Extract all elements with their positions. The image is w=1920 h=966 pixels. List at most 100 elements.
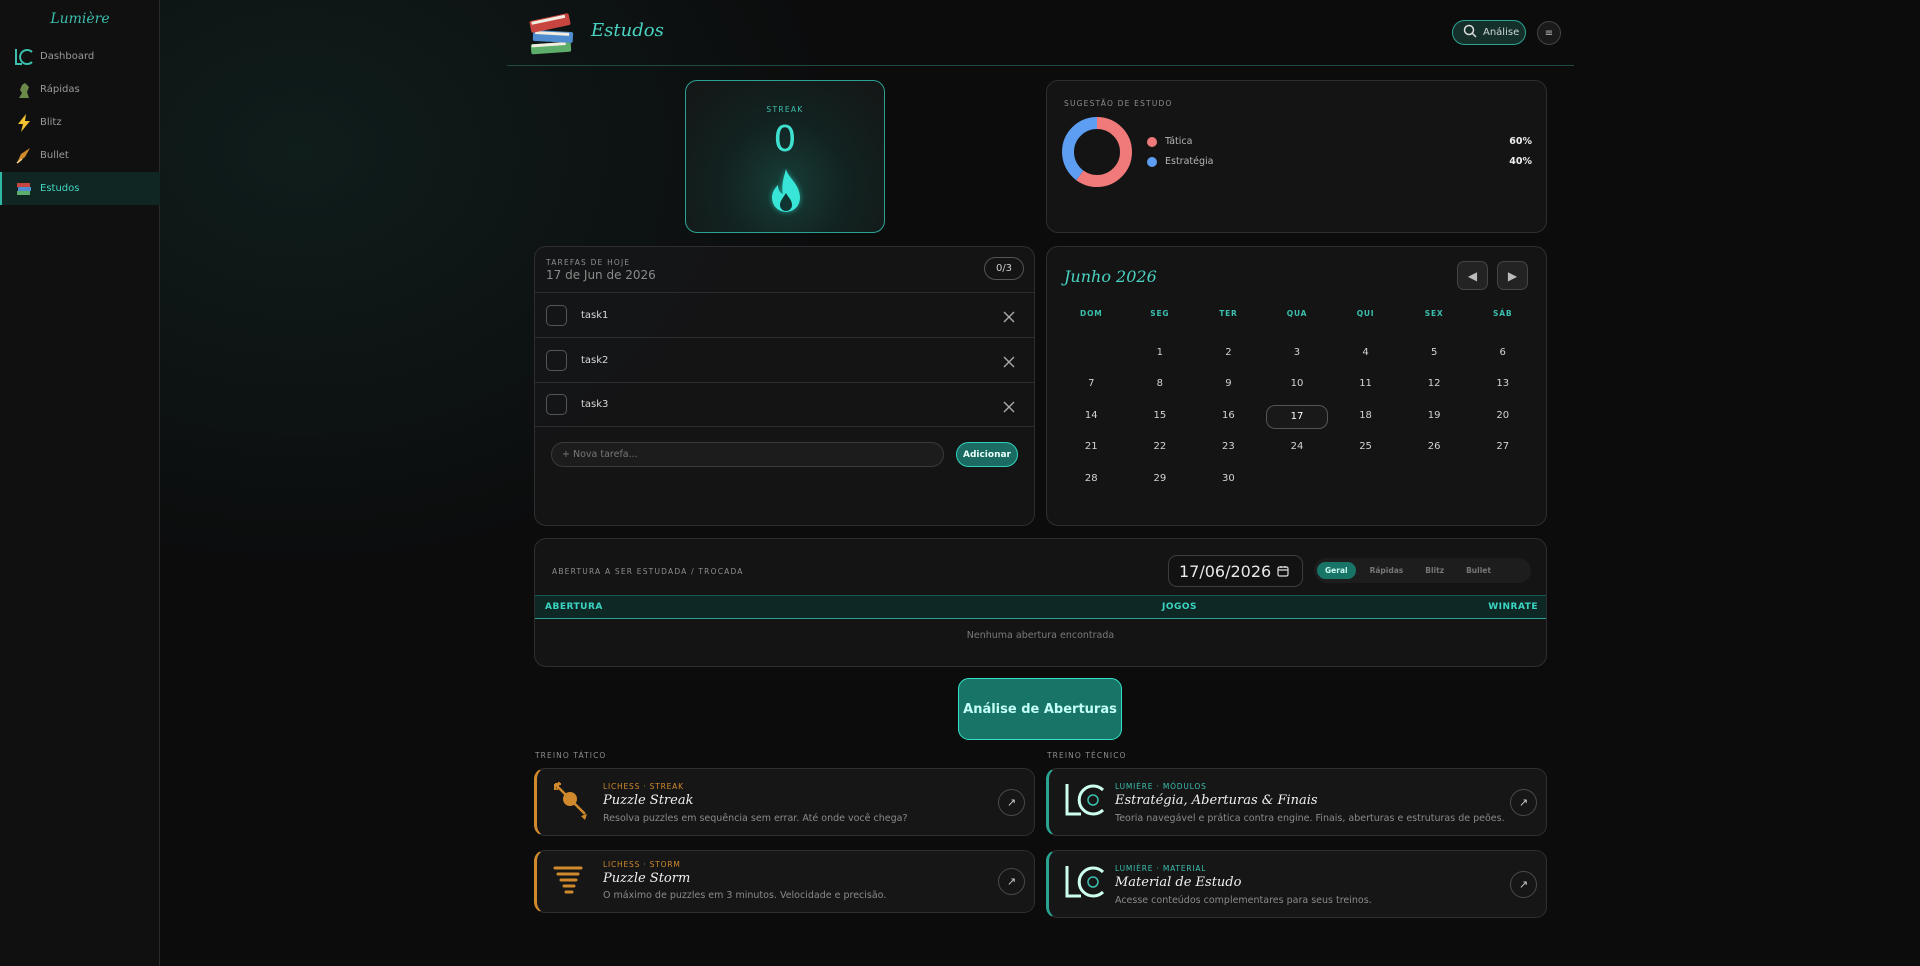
arrow-up-right-icon[interactable]: ↗ [998, 868, 1025, 895]
col-winrate[interactable]: WINRATE [1488, 602, 1538, 612]
col-jogos[interactable]: JOGOS [1162, 602, 1197, 612]
close-icon[interactable] [1003, 308, 1015, 327]
card-title: Puzzle Storm [603, 871, 691, 886]
opening-analysis-button[interactable]: Análise de Aberturas [958, 678, 1122, 740]
tactical-training-label: TREINO TÁTICO [535, 751, 607, 760]
calendar-day[interactable]: 25 [1331, 436, 1400, 467]
puzzle-streak-card[interactable]: LICHESS · STREAK Puzzle Streak Resolva p… [534, 768, 1035, 836]
calendar-icon[interactable] [1277, 562, 1289, 581]
brand-logo[interactable]: Lumière [0, 11, 160, 27]
books-icon [527, 9, 577, 57]
calendar-day[interactable]: 27 [1468, 436, 1537, 467]
calendar-next-button[interactable]: ▶ [1497, 261, 1528, 290]
filter-rapidas[interactable]: Rápidas [1362, 562, 1412, 579]
calendar-day[interactable]: 5 [1400, 342, 1469, 373]
calendar-day[interactable]: 11 [1331, 373, 1400, 404]
task-checkbox[interactable] [546, 394, 567, 415]
arrow-up-right-icon[interactable]: ↗ [1510, 789, 1537, 816]
openings-date-input[interactable]: 17/06/2026 [1168, 555, 1303, 587]
day-number: 15 [1153, 409, 1167, 421]
tornado-icon [551, 863, 585, 901]
new-task-input[interactable]: + Nova tarefa... [551, 442, 944, 467]
card-title: Estratégia, Aberturas & Finais [1115, 793, 1318, 808]
calendar-day-today[interactable]: 17 [1263, 404, 1332, 436]
sidebar-item-dashboard[interactable]: Dashboard [0, 40, 160, 73]
day-number: 2 [1225, 347, 1232, 358]
openings-filter: Geral Rápidas Blitz Bullet [1314, 558, 1531, 583]
calendar-day[interactable]: 29 [1126, 468, 1195, 499]
filter-geral[interactable]: Geral [1317, 562, 1356, 579]
calendar-day[interactable]: 1 [1126, 342, 1195, 373]
filter-bullet[interactable]: Bullet [1458, 562, 1499, 579]
books-icon [14, 179, 34, 199]
calendar-day[interactable]: 16 [1194, 405, 1263, 436]
calendar-day[interactable]: 21 [1057, 436, 1126, 467]
calendar-day[interactable]: 14 [1057, 405, 1126, 436]
calendar-day[interactable]: 19 [1400, 405, 1469, 436]
puzzle-storm-card[interactable]: LICHESS · STORM Puzzle Storm O máximo de… [534, 850, 1035, 913]
day-number: 28 [1084, 472, 1098, 484]
day-number: 14 [1084, 409, 1098, 421]
calendar-day[interactable]: 4 [1331, 342, 1400, 373]
calendar-day[interactable]: 18 [1331, 405, 1400, 436]
study-donut-chart [1062, 117, 1132, 187]
calendar-empty-cell [1057, 342, 1126, 373]
calendar-day[interactable]: 12 [1400, 373, 1469, 404]
calendar-day[interactable]: 23 [1194, 436, 1263, 467]
day-number: 12 [1427, 378, 1441, 390]
menu-button[interactable]: ≡ [1537, 21, 1561, 45]
calendar-day[interactable]: 2 [1194, 342, 1263, 373]
sidebar-item-rapidas[interactable]: Rápidas [0, 73, 160, 106]
calendar-day[interactable]: 7 [1057, 373, 1126, 404]
task-checkbox[interactable] [546, 349, 567, 371]
analysis-search-button[interactable]: Análise [1452, 20, 1526, 45]
calendar-day[interactable]: 8 [1126, 373, 1195, 404]
add-task-button[interactable]: Adicionar [956, 442, 1018, 467]
calendar-day[interactable]: 22 [1126, 436, 1195, 467]
task-row: task1 [535, 292, 1034, 337]
card-desc: Acesse conteúdos complementares para seu… [1115, 895, 1372, 906]
day-number: 18 [1359, 409, 1372, 421]
calendar-day[interactable]: 26 [1400, 436, 1469, 467]
day-number: 26 [1427, 441, 1441, 453]
sidebar-item-estudos[interactable]: Estudos [0, 172, 160, 205]
filter-blitz[interactable]: Blitz [1417, 562, 1452, 579]
arrow-up-right-icon[interactable]: ↗ [1510, 871, 1537, 898]
calendar-day[interactable]: 10 [1263, 373, 1332, 404]
day-number: 8 [1156, 378, 1164, 390]
tasks-count-badge: 0/3 [984, 257, 1024, 280]
calendar-day[interactable]: 24 [1263, 436, 1332, 467]
sidebar-item-label: Bullet [40, 150, 69, 161]
legend-percent: 60% [1509, 136, 1532, 147]
calendar-day[interactable]: 6 [1468, 342, 1537, 373]
calendar-day[interactable]: 28 [1057, 468, 1126, 499]
streak-value: 0 [773, 119, 797, 160]
sidebar-item-bullet[interactable]: Bullet [0, 139, 160, 172]
col-abertura[interactable]: ABERTURA [545, 602, 603, 612]
calendar-day[interactable]: 3 [1263, 342, 1332, 373]
calendar-day[interactable]: 13 [1468, 373, 1537, 404]
lightning-icon [14, 113, 34, 133]
bullet-icon [14, 146, 34, 166]
card-kicker: LICHESS · STORM [603, 860, 681, 869]
task-checkbox[interactable] [546, 304, 567, 326]
study-material-card[interactable]: LUMIÈRE · MATERIAL Material de Estudo Ac… [1046, 850, 1547, 918]
lc-logo-icon [1063, 864, 1107, 904]
legend-dot [1147, 156, 1157, 167]
calendar-day[interactable]: 15 [1126, 405, 1195, 436]
strategy-modules-card[interactable]: LUMIÈRE · MÓDULOS Estratégia, Aberturas … [1046, 768, 1547, 836]
close-icon[interactable] [1003, 353, 1015, 372]
day-number: 27 [1496, 441, 1510, 453]
day-number: 24 [1290, 441, 1304, 453]
close-icon[interactable] [1003, 398, 1015, 417]
day-number: 1 [1156, 347, 1164, 358]
weekday-header: SEX [1424, 309, 1444, 318]
day-number: 3 [1293, 347, 1301, 358]
calendar-day[interactable]: 9 [1194, 373, 1263, 404]
calendar-day[interactable]: 30 [1194, 468, 1263, 499]
calendar-prev-button[interactable]: ◀ [1457, 261, 1488, 290]
sidebar-item-blitz[interactable]: Blitz [0, 106, 160, 139]
arrow-up-right-icon[interactable]: ↗ [998, 789, 1025, 816]
calendar-day[interactable]: 20 [1468, 405, 1537, 436]
openings-label: ABERTURA A SER ESTUDADA / TROCADA [552, 567, 744, 576]
